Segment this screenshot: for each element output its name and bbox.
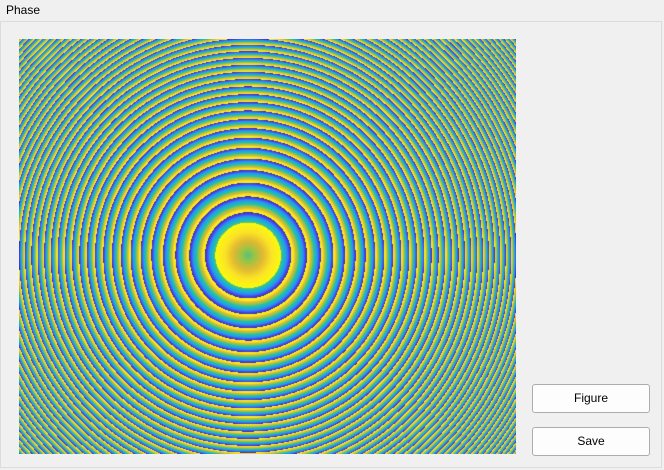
phase-image xyxy=(19,39,516,454)
panel-title: Phase xyxy=(6,3,41,17)
figure-button[interactable]: Figure xyxy=(532,384,650,413)
phase-panel: Phase Figure Save xyxy=(0,0,664,470)
save-button[interactable]: Save xyxy=(532,427,650,456)
